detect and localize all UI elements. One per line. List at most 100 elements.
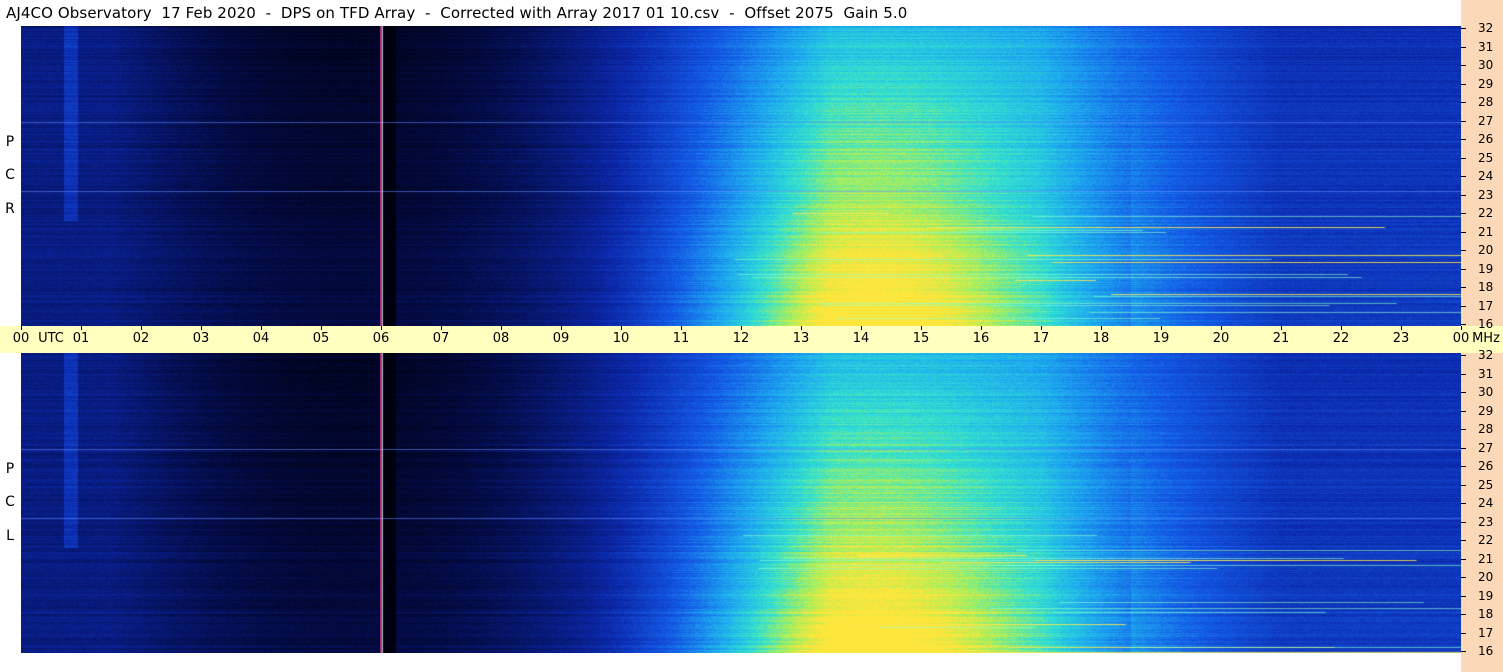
- freq-tick-label: 26: [1478, 459, 1494, 473]
- freq-tick-label: 25: [1478, 150, 1494, 165]
- freq-tick-mark: [1461, 305, 1466, 307]
- lcp-letter-l: L: [6, 528, 14, 544]
- time-tick-mark: [201, 326, 202, 330]
- time-tick-label: 23: [1392, 331, 1410, 346]
- freq-tick-label: 30: [1478, 58, 1494, 72]
- freq-tick-label: 20: [1478, 243, 1494, 257]
- freq-tick-label: 24: [1478, 496, 1494, 510]
- freq-tick-mark: [1461, 466, 1466, 467]
- time-tick-label: 22: [1332, 331, 1350, 346]
- freq-tick-label: 17: [1478, 298, 1494, 313]
- freq-tick-label: 25: [1478, 477, 1494, 492]
- time-tick-mark: [501, 326, 502, 330]
- freq-tick-mark: [1461, 287, 1466, 288]
- time-tick-mark: [1401, 326, 1402, 330]
- freq-tick-mark: [1461, 410, 1466, 412]
- time-tick-mark: [621, 326, 622, 330]
- mhz-label: MHz: [1472, 331, 1500, 346]
- time-tick-mark: [561, 326, 562, 330]
- time-tick-mark: [381, 326, 382, 330]
- time-tick-mark: [321, 326, 322, 330]
- time-tick-mark: [1341, 326, 1342, 330]
- freq-tick-mark: [1461, 484, 1466, 486]
- freq-tick-mark: [1461, 324, 1466, 325]
- freq-tick-label: 27: [1478, 440, 1494, 455]
- freq-tick-label: 19: [1478, 588, 1494, 603]
- time-tick-label: 17: [1032, 331, 1050, 346]
- freq-tick-mark: [1461, 268, 1466, 270]
- freq-tick-mark: [1461, 373, 1466, 375]
- time-tick-label: 03: [192, 331, 210, 346]
- freq-tick-mark: [1461, 355, 1466, 356]
- time-tick-label: 18: [1092, 331, 1110, 346]
- time-tick-mark: [981, 326, 982, 330]
- freq-tick-label: 16: [1478, 644, 1494, 658]
- freq-tick-mark: [1461, 65, 1466, 66]
- freq-tick-label: 16: [1478, 317, 1494, 331]
- freq-tick-label: 23: [1478, 514, 1494, 529]
- freq-tick-label: 21: [1478, 551, 1494, 566]
- freq-tick-label: 22: [1478, 206, 1494, 220]
- freq-tick-mark: [1461, 157, 1466, 159]
- freq-tick-label: 32: [1478, 21, 1494, 35]
- lcp-letter-c: C: [5, 494, 15, 510]
- freq-tick-label: 28: [1478, 422, 1494, 436]
- lcp-spectrogram: [21, 353, 1461, 653]
- spectrogram-window: AJ4CO Observatory 17 Feb 2020 - DPS on T…: [0, 0, 1503, 672]
- freq-tick-mark: [1461, 577, 1466, 578]
- freq-tick-mark: [1461, 447, 1466, 449]
- freq-tick-mark: [1461, 392, 1466, 393]
- time-tick-label: 20: [1212, 331, 1230, 346]
- utc-label: UTC: [38, 331, 64, 346]
- time-tick-label: 04: [252, 331, 270, 346]
- freq-tick-label: 32: [1478, 348, 1494, 362]
- time-tick-mark: [1101, 326, 1102, 330]
- freq-tick-label: 19: [1478, 261, 1494, 276]
- freq-tick-mark: [1461, 503, 1466, 504]
- time-tick-mark: [441, 326, 442, 330]
- time-tick-label: 08: [492, 331, 510, 346]
- time-tick-mark: [21, 326, 22, 330]
- time-tick-label: 10: [612, 331, 630, 346]
- time-tick-mark: [1041, 326, 1042, 330]
- time-tick-label: 05: [312, 331, 330, 346]
- time-tick-label: 21: [1272, 331, 1290, 346]
- freq-tick-label: 18: [1478, 607, 1494, 621]
- freq-tick-label: 23: [1478, 187, 1494, 202]
- time-tick-label: 13: [792, 331, 810, 346]
- freq-tick-mark: [1461, 651, 1466, 652]
- freq-tick-label: 28: [1478, 95, 1494, 109]
- time-tick-label: 06: [372, 331, 390, 346]
- freq-tick-label: 26: [1478, 132, 1494, 146]
- freq-tick-mark: [1461, 521, 1466, 523]
- time-tick-label: 09: [552, 331, 570, 346]
- freq-tick-label: 30: [1478, 385, 1494, 399]
- time-tick-mark: [261, 326, 262, 330]
- freq-tick-label: 31: [1478, 39, 1494, 54]
- time-tick-mark: [1221, 326, 1222, 330]
- freq-tick-mark: [1461, 194, 1466, 196]
- time-tick-label: 15: [912, 331, 930, 346]
- lcp-spectrogram-image: [21, 353, 1461, 653]
- time-tick-mark: [861, 326, 862, 330]
- freq-tick-label: 20: [1478, 570, 1494, 584]
- time-tick-mark: [921, 326, 922, 330]
- freq-tick-label: 22: [1478, 533, 1494, 547]
- freq-tick-label: 24: [1478, 169, 1494, 183]
- time-tick-mark: [141, 326, 142, 330]
- time-tick-label: 00: [12, 331, 30, 346]
- freq-tick-mark: [1461, 250, 1466, 251]
- freq-tick-label: 21: [1478, 224, 1494, 239]
- time-tick-label: 16: [972, 331, 990, 346]
- time-tick-label: 11: [672, 331, 690, 346]
- freq-tick-mark: [1461, 231, 1466, 233]
- time-tick-mark: [1281, 326, 1282, 330]
- freq-tick-mark: [1461, 614, 1466, 615]
- time-tick-label: 01: [72, 331, 90, 346]
- freq-tick-label: 18: [1478, 280, 1494, 294]
- freq-tick-mark: [1461, 213, 1466, 214]
- freq-tick-mark: [1461, 429, 1466, 430]
- rcp-spectrogram: [21, 26, 1461, 326]
- freq-tick-label: 29: [1478, 403, 1494, 418]
- freq-tick-mark: [1461, 595, 1466, 597]
